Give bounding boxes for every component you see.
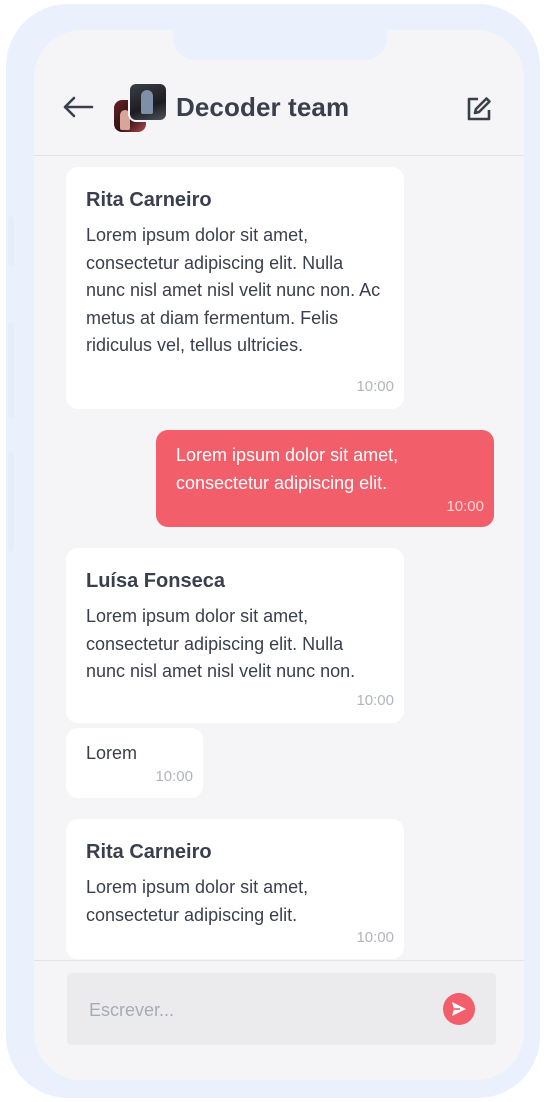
send-button[interactable] [443, 993, 475, 1025]
screen: Decoder team Rita Carneiro Lorem ipsum d… [34, 30, 524, 1080]
message-time: 10:00 [446, 498, 484, 515]
message-sender: Rita Carneiro [86, 841, 212, 863]
side-button [8, 322, 14, 418]
message-time: 10:00 [155, 768, 193, 785]
message-input[interactable] [87, 993, 431, 1027]
message-text: Lorem [86, 743, 138, 763]
message-bubble: Lorem 10:00 [66, 728, 203, 798]
message-time: 10:00 [356, 692, 394, 709]
message-text: Lorem ipsum dolor sit amet, consectetur … [86, 877, 309, 925]
message-time: 10:00 [356, 929, 394, 946]
chat-header: Decoder team [34, 30, 524, 156]
message-composer [34, 960, 524, 1080]
message-bubble: Rita Carneiro Lorem ipsum dolor sit amet… [66, 819, 404, 959]
message-text: Lorem ipsum dolor sit amet, consectetur … [86, 606, 356, 681]
side-button [8, 216, 14, 266]
message-bubble-own: Lorem ipsum dolor sit amet, consectetur … [156, 430, 494, 527]
avatar [128, 82, 168, 122]
group-avatars [112, 82, 168, 134]
message-bubble: Rita Carneiro Lorem ipsum dolor sit amet… [66, 167, 404, 409]
back-button[interactable] [60, 92, 96, 122]
edit-icon [467, 97, 491, 121]
send-icon [452, 1002, 466, 1016]
phone-frame: Decoder team Rita Carneiro Lorem ipsum d… [6, 4, 540, 1098]
message-sender: Rita Carneiro [86, 189, 212, 211]
message-text: Lorem ipsum dolor sit amet, consectetur … [176, 445, 399, 493]
side-button [8, 452, 14, 552]
message-bubble: Luísa Fonseca Lorem ipsum dolor sit amet… [66, 548, 404, 723]
message-time: 10:00 [356, 378, 394, 395]
edit-button[interactable] [464, 94, 494, 124]
message-sender: Luísa Fonseca [86, 570, 225, 592]
message-input-box [67, 973, 496, 1045]
chat-title: Decoder team [176, 92, 350, 122]
arrow-left-icon [63, 96, 94, 118]
message-text: Lorem ipsum dolor sit amet, consectetur … [86, 225, 381, 355]
